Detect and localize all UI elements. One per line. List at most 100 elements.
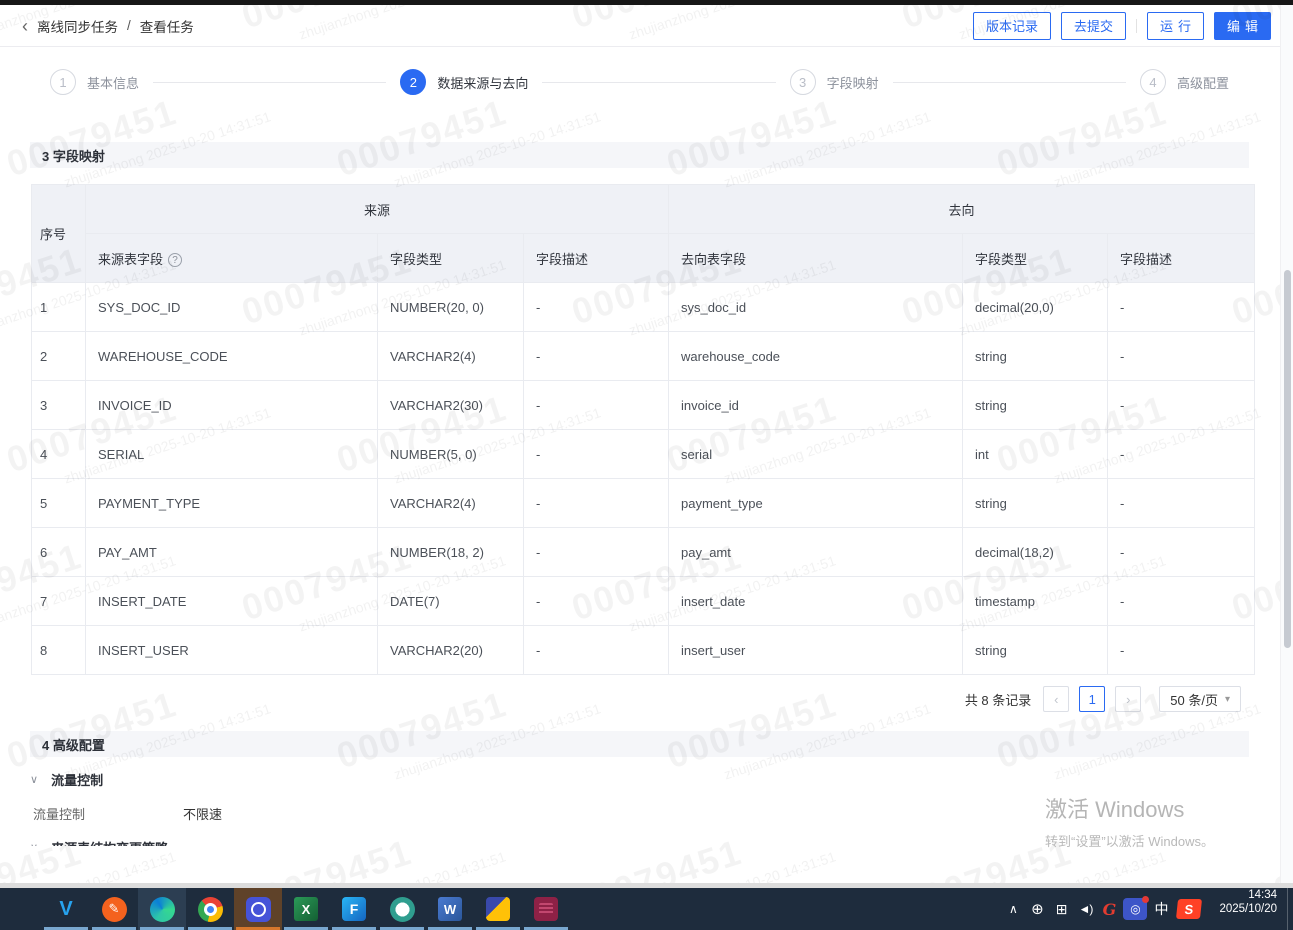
cell-no: 4 — [32, 430, 86, 479]
cell-src_field: PAYMENT_TYPE — [86, 479, 378, 528]
pen-app-icon: ✎ — [102, 897, 127, 922]
cell-dst_desc: - — [1108, 577, 1255, 626]
version-history-button[interactable]: 版本记录 — [973, 12, 1051, 40]
cell-dst_type: string — [963, 626, 1108, 675]
edit-button[interactable]: 编辑 — [1214, 12, 1271, 40]
cell-dst_desc: - — [1108, 479, 1255, 528]
prev-page-button[interactable]: ‹ — [1043, 686, 1069, 712]
column-header-target-desc: 字段描述 — [1108, 234, 1255, 283]
go-submit-button[interactable]: 去提交 — [1061, 12, 1126, 40]
word-icon: W — [438, 897, 462, 921]
cell-dst_field: insert_date — [669, 577, 963, 626]
section-title-text: 4 高级配置 — [42, 735, 105, 754]
back-arrow-icon[interactable]: ‹ — [22, 17, 28, 35]
step-4-label: 高级配置 — [1177, 73, 1229, 92]
taskbar-app[interactable] — [186, 888, 234, 930]
system-tray: ∧⊕⊞◄)G◎中S — [1001, 888, 1209, 930]
next-page-button[interactable]: › — [1115, 686, 1141, 712]
volume-icon[interactable]: ◄) — [1073, 902, 1097, 916]
table-row: 6PAY_AMTNUMBER(18, 2)-pay_amtdecimal(18,… — [32, 528, 1255, 577]
cell-src_type: VARCHAR2(4) — [378, 479, 524, 528]
taskbar-app[interactable] — [474, 888, 522, 930]
step-2-circle: 2 — [400, 69, 426, 95]
caret-down-icon: ▾ — [1225, 694, 1230, 705]
column-header-source-field: 来源表字段? — [86, 234, 378, 283]
cell-src_desc: - — [524, 528, 669, 577]
g-app-icon[interactable]: G — [1097, 900, 1121, 919]
cell-src_type: VARCHAR2(30) — [378, 381, 524, 430]
cell-dst_desc: - — [1108, 332, 1255, 381]
flow-control-group-label: 流量控制 — [51, 770, 103, 789]
section-title-field-mapping: 3 字段映射 — [30, 142, 1249, 168]
yellow-app-icon — [486, 897, 510, 921]
table-row: 8INSERT_USERVARCHAR2(20)-insert_userstri… — [32, 626, 1255, 675]
step-3-circle: 3 — [790, 69, 816, 95]
taskbar-app[interactable] — [138, 888, 186, 930]
vertical-scrollbar[interactable] — [1280, 5, 1293, 883]
cell-dst_type: string — [963, 332, 1108, 381]
run-button[interactable]: 运行 — [1147, 12, 1204, 40]
step-field-mapping[interactable]: 3 字段映射 — [790, 69, 879, 95]
cell-dst_desc: - — [1108, 381, 1255, 430]
show-desktop-button[interactable] — [1287, 888, 1293, 930]
windows-key-icon[interactable]: ⊞ — [1049, 901, 1073, 918]
taskbar-app[interactable]: ✎ — [90, 888, 138, 930]
cell-src_desc: - — [524, 381, 669, 430]
chrome-icon — [198, 897, 223, 922]
schema-change-group-label: 来源表结构变更策略 — [51, 838, 168, 846]
record-count-text: 共 8 条记录 — [965, 690, 1031, 709]
step-source-target[interactable]: 2 数据来源与去向 — [400, 69, 528, 95]
step-advanced-config[interactable]: 4 高级配置 — [1140, 69, 1229, 95]
cell-no: 2 — [32, 332, 86, 381]
taskbar-app[interactable]: F — [330, 888, 378, 930]
cell-dst_field: pay_amt — [669, 528, 963, 577]
cell-dst_field: insert_user — [669, 626, 963, 675]
taskbar-app[interactable] — [234, 888, 282, 930]
cell-no: 1 — [32, 283, 86, 332]
taskbar-app[interactable] — [378, 888, 426, 930]
section-title-text: 3 字段映射 — [42, 146, 105, 165]
taskbar-app[interactable]: W — [426, 888, 474, 930]
cell-no: 3 — [32, 381, 86, 430]
cell-src_type: VARCHAR2(20) — [378, 626, 524, 675]
cell-src_desc: - — [524, 332, 669, 381]
step-basic-info[interactable]: 1 基本信息 — [50, 69, 139, 95]
activate-windows-notice: 激活 Windows 转到“设置”以激活 Windows。 — [1045, 792, 1214, 850]
help-icon[interactable]: ? — [168, 253, 182, 267]
chevron-down-icon: ∨ — [30, 841, 38, 846]
header-actions: 版本记录 去提交 运行 编辑 — [973, 12, 1271, 40]
tray-expand-icon[interactable]: ∧ — [1001, 902, 1025, 916]
taskbar-clock[interactable]: 14:34 2025/10/20 — [1219, 888, 1277, 930]
taskbar-app[interactable] — [522, 888, 570, 930]
page-1-button[interactable]: 1 — [1079, 686, 1105, 712]
source-field-header-text: 来源表字段 — [98, 252, 163, 267]
button-divider — [1136, 19, 1137, 33]
step-connector — [542, 82, 775, 83]
pagination: 共 8 条记录 ‹ 1 › 50 条/页 ▾ — [0, 686, 1241, 712]
cell-src_type: NUMBER(20, 0) — [378, 283, 524, 332]
cell-src_field: INSERT_USER — [86, 626, 378, 675]
cell-src_type: NUMBER(5, 0) — [378, 430, 524, 479]
cell-dst_field: payment_type — [669, 479, 963, 528]
cell-src_desc: - — [524, 626, 669, 675]
sogou-app-icon[interactable]: S — [1176, 899, 1202, 919]
cell-src_field: SERIAL — [86, 430, 378, 479]
ime-chinese-icon[interactable]: 中 — [1149, 899, 1173, 919]
column-header-source-type: 字段类型 — [378, 234, 524, 283]
cell-src_desc: - — [524, 430, 669, 479]
taskbar-app[interactable]: V — [42, 888, 90, 930]
clock-date: 2025/10/20 — [1219, 902, 1277, 916]
page-size-select[interactable]: 50 条/页 ▾ — [1159, 686, 1241, 712]
breadcrumb-item-task-list[interactable]: 离线同步任务 — [37, 16, 118, 36]
scrollbar-thumb[interactable] — [1284, 270, 1291, 648]
network-globe-icon[interactable]: ⊕ — [1025, 900, 1049, 918]
column-header-target-field: 去向表字段 — [669, 234, 963, 283]
flow-control-value: 不限速 — [183, 804, 222, 823]
notification-app-icon[interactable]: ◎ — [1123, 898, 1147, 920]
taskbar-app[interactable]: X — [282, 888, 330, 930]
step-3-label: 字段映射 — [827, 73, 879, 92]
cell-no: 5 — [32, 479, 86, 528]
app-header: ‹ 离线同步任务 / 查看任务 版本记录 去提交 运行 编辑 — [0, 5, 1293, 47]
windows-taskbar: V ✎ XF W ∧⊕⊞◄)G◎中S 14:34 2025/10/20 — [0, 888, 1293, 930]
flow-control-group-toggle[interactable]: ∨ 流量控制 — [30, 770, 1249, 789]
